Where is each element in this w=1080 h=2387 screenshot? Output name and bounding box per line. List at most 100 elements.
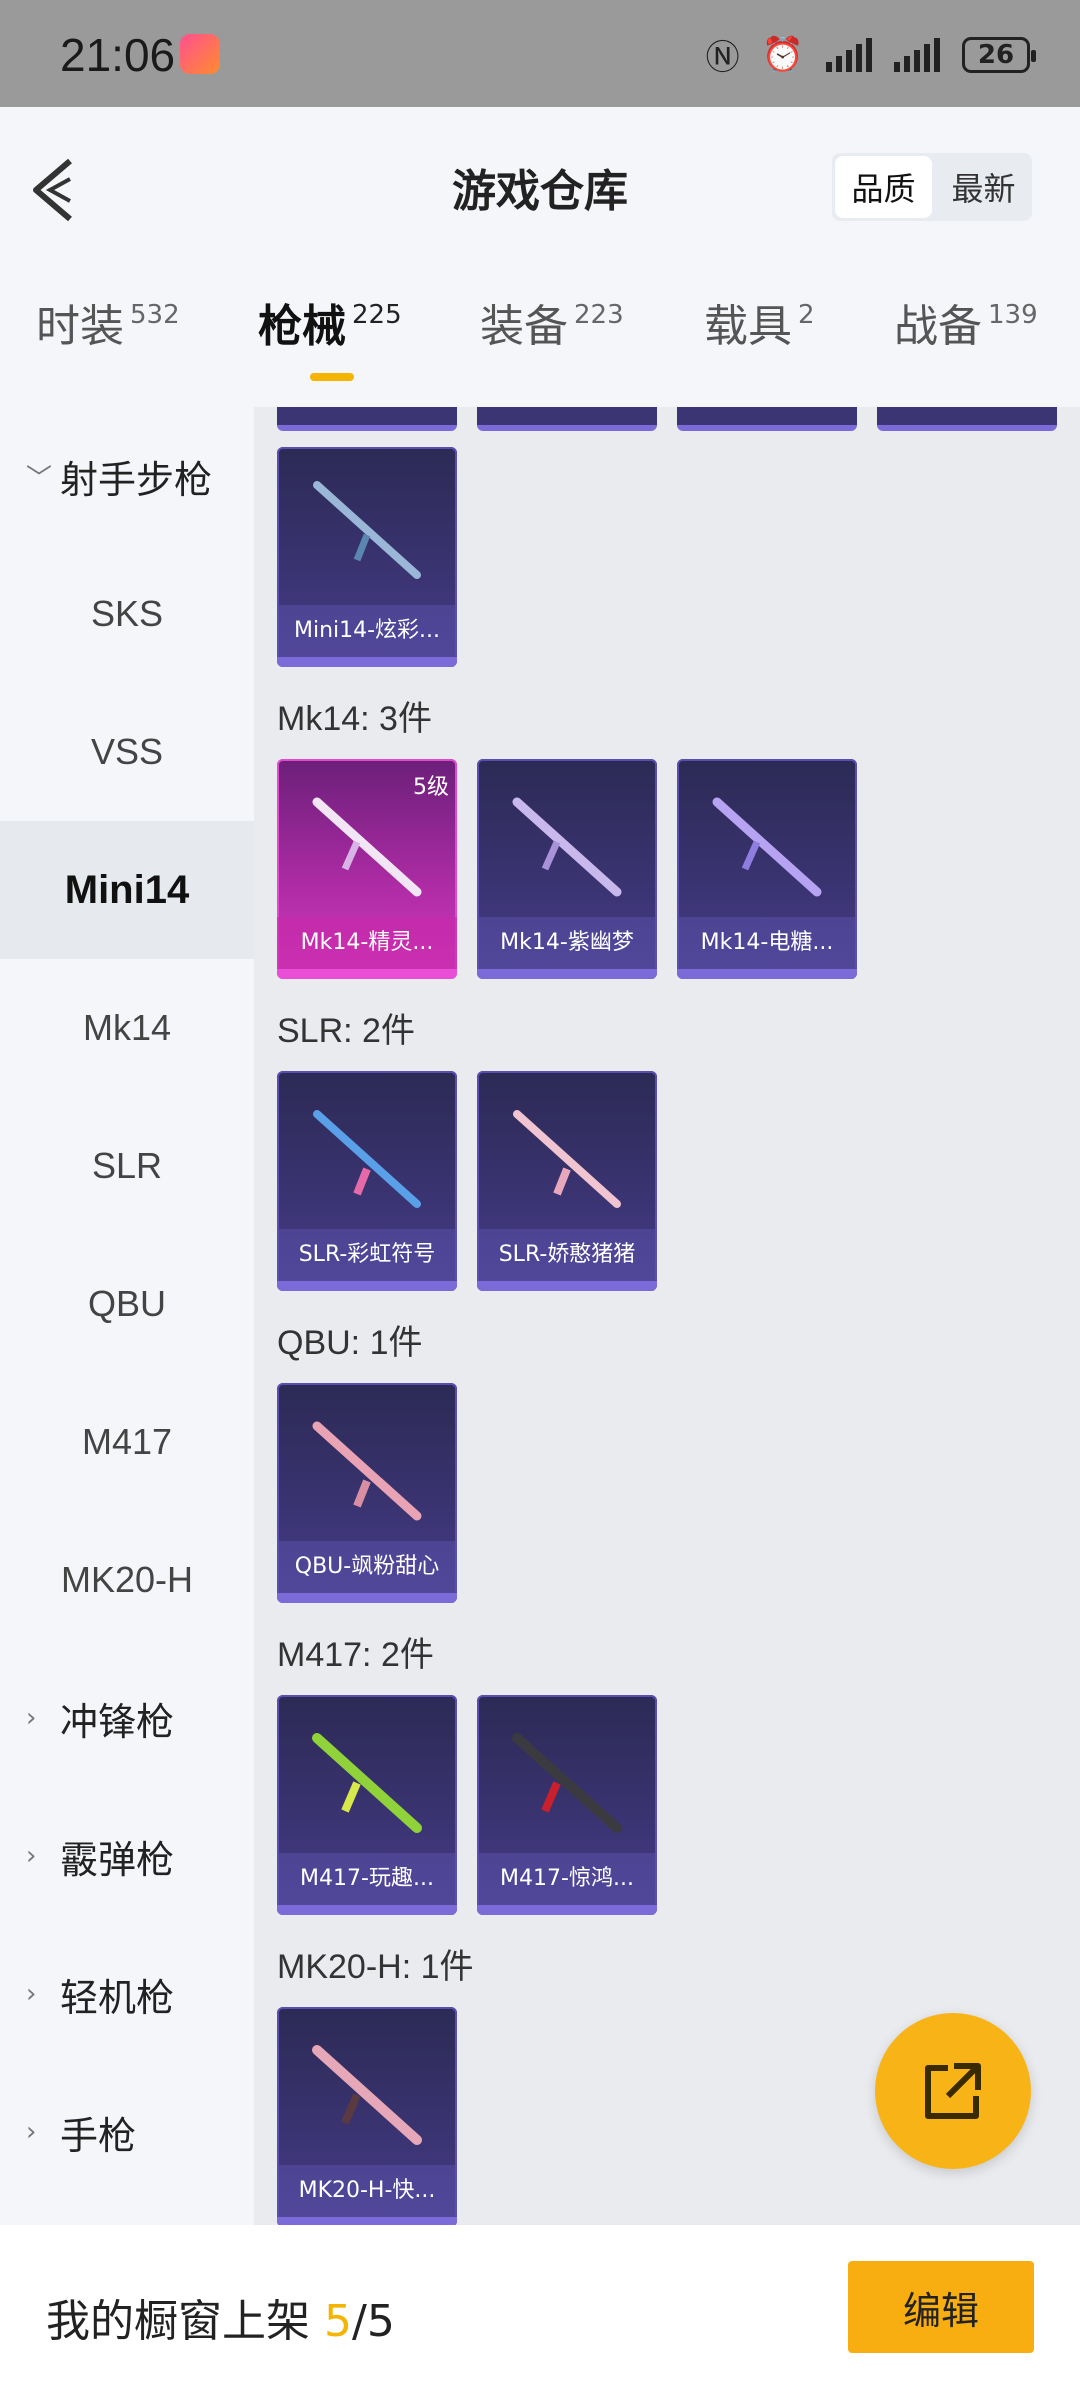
tab-count: 2 [798,300,815,330]
rarity-bar [277,969,457,979]
nfc-icon: Ⓝ [705,38,740,78]
item-card[interactable]: Mk14-紫幽梦 [477,759,657,979]
item-card-partial[interactable] [477,407,657,431]
sidebar-item-sks[interactable]: SKS [0,545,254,683]
section-title: M417: 2件 [277,1636,434,1674]
sidebar-item-mk20h[interactable]: MK20-H [0,1511,254,1649]
item-name: M417-玩趣... [277,1853,457,1905]
item-card-partial[interactable] [877,407,1057,431]
rifle-icon [312,1733,422,1833]
item-name: SLR-娇憨猪猪 [477,1229,657,1281]
tab-label: 装备 [480,301,568,352]
sidebar-item-vss[interactable]: VSS [0,683,254,821]
sort-quality-button[interactable]: 品质 [835,156,932,218]
sort-latest-button[interactable]: 最新 [935,153,1032,221]
showcase-total: 5 [366,2296,395,2347]
chevron-right-icon: › [26,1841,37,1871]
showcase-bar: 我的橱窗上架 5/5 编辑 [0,2225,1080,2387]
rifle-icon [712,797,822,897]
tab-vehicles[interactable]: 载具 2 [704,290,815,354]
sidebar-item-qbu[interactable]: QBU [0,1235,254,1373]
item-card[interactable]: SLR-彩虹符号 [277,1071,457,1291]
tab-supplies[interactable]: 战备 139 [894,290,1038,354]
showcase-separator: / [352,2296,367,2347]
item-name: M417-惊鸿... [477,1853,657,1905]
section-title: SLR: 2件 [277,1012,415,1050]
edit-button[interactable]: 编辑 [848,2261,1034,2353]
rifle-icon [512,797,622,897]
sidebar-category-label: 霰弹枪 [60,1837,175,1882]
item-card[interactable]: SLR-娇憨猪猪 [477,1071,657,1291]
rifle-icon [313,1110,421,1208]
tab-label: 时装 [36,301,124,352]
sidebar-category-label: 冲锋枪 [60,1699,175,1744]
item-level-badge: 5级 [413,775,449,800]
sidebar-category-lmg[interactable]: › 轻机枪 [0,1925,254,2063]
status-bar: 21:06 Ⓝ ⏰ 26 [0,0,1080,107]
sidebar-category-label: 轻机枪 [60,1975,175,2020]
tab-count: 139 [988,300,1038,330]
item-name: QBU-飒粉甜心 [277,1541,457,1593]
showcase-label: 我的橱窗上架 [46,2296,310,2347]
showcase-current: 5 [324,2296,352,2347]
sidebar-category-shotgun[interactable]: › 霰弹枪 [0,1787,254,1925]
signal-icon-2 [894,37,940,72]
section-title: QBU: 1件 [277,1324,423,1362]
item-card[interactable]: Mini14-炫彩... [277,447,457,667]
item-name: Mk14-精灵... [277,917,457,969]
rarity-bar [677,969,857,979]
item-card-partial[interactable] [277,407,457,431]
chevron-right-icon: › [26,1979,37,2009]
item-card[interactable]: QBU-飒粉甜心 [277,1383,457,1603]
rarity-bar [277,657,457,667]
rarity-bar [477,969,657,979]
sidebar-category-smg[interactable]: › 冲锋枪 [0,1649,254,1787]
tab-label: 枪械 [258,301,346,352]
sidebar-item-mk14[interactable]: Mk14 [0,959,254,1097]
tab-label: 战备 [894,301,982,352]
item-name: Mk14-紫幽梦 [477,917,657,969]
tab-equipment[interactable]: 装备 223 [480,290,624,354]
rarity-bar [477,1905,657,1915]
rifle-icon [313,481,421,579]
tab-fashion[interactable]: 时装 532 [36,290,180,354]
rifle-icon [512,1733,622,1833]
category-tabs: 时装 532 枪械 225 装备 223 载具 2 战备 139 [0,290,1080,400]
header: 游戏仓库 品质 最新 [0,107,1080,267]
item-name: SLR-彩虹符号 [277,1229,457,1281]
item-card[interactable]: M417-惊鸿... [477,1695,657,1915]
sidebar-category-label: 射手步枪 [60,457,213,502]
alarm-icon: ⏰ [761,34,804,75]
rarity-bar [477,1281,657,1291]
rarity-bar [277,1905,457,1915]
battery-icon: 26 [962,36,1036,73]
weapon-sidebar: ﹀ 射手步枪 SKS VSS Mini14 Mk14 SLR QBU M417 … [0,407,254,2225]
item-card[interactable]: M417-玩趣... [277,1695,457,1915]
sidebar-category-pistol[interactable]: › 手枪 [0,2063,254,2201]
tab-label: 载具 [704,301,792,352]
sidebar-category-marksman[interactable]: ﹀ 射手步枪 [0,407,254,545]
rifle-icon [312,2045,422,2145]
sort-toggle: 品质 最新 [832,153,1032,221]
chevron-down-icon: ﹀ [26,463,53,494]
tab-count: 225 [352,300,402,330]
sidebar-item-m417[interactable]: M417 [0,1373,254,1511]
sidebar-category-label: 手枪 [60,2113,137,2158]
sidebar-item-mini14[interactable]: Mini14 [0,821,254,959]
item-grid: Mini14-炫彩... Mk14: 3件 5级 Mk14-精灵... Mk14… [254,407,1080,2225]
tab-count: 532 [130,300,180,330]
sidebar-item-slr[interactable]: SLR [0,1097,254,1235]
item-card[interactable]: 5级 Mk14-精灵... [277,759,457,979]
rifle-icon [513,1110,621,1208]
item-card[interactable]: MK20-H-快... [277,2007,457,2225]
item-card-partial[interactable] [677,407,857,431]
chevron-right-icon: › [26,1703,37,1733]
item-card[interactable]: Mk14-电糖... [677,759,857,979]
item-name: Mk14-电糖... [677,917,857,969]
status-time: 21:06 [60,29,176,81]
app-notification-icon [180,34,220,74]
chevron-right-icon: › [26,2117,37,2147]
tab-guns[interactable]: 枪械 225 [258,290,402,354]
share-button[interactable] [875,2013,1031,2169]
tab-count: 223 [574,300,624,330]
